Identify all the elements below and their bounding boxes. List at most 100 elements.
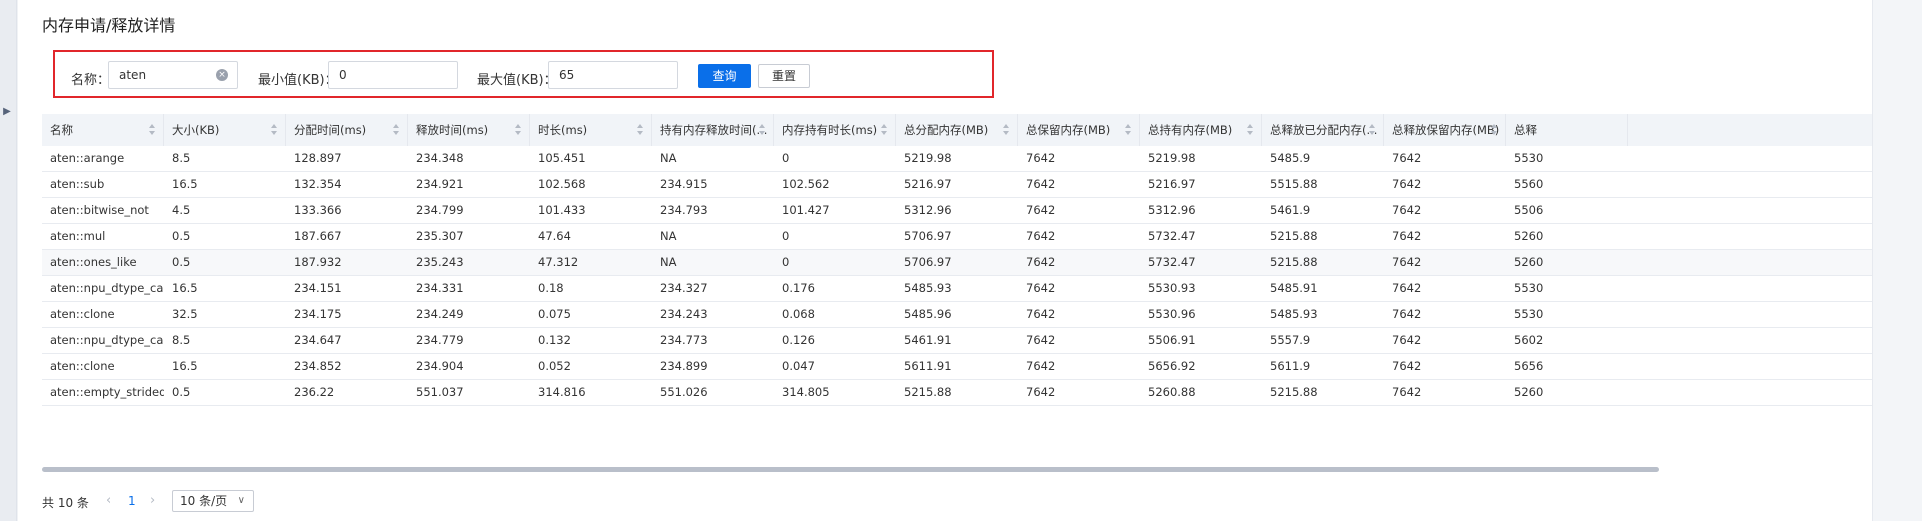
column-header-label: 总释 xyxy=(1514,123,1537,137)
max-value-input[interactable]: 65 xyxy=(548,61,678,89)
table-cell: 7642 xyxy=(1392,307,1422,321)
table-cell: 5515.88 xyxy=(1270,177,1318,191)
column-header[interactable]: 大小(KB) xyxy=(164,114,286,146)
table-cell: 5461.91 xyxy=(904,333,952,347)
table-cell: 234.779 xyxy=(416,333,464,347)
page-title: 内存申请/释放详情 xyxy=(42,16,176,35)
sort-icon[interactable] xyxy=(149,124,155,136)
column-header[interactable]: 总分配内存(MB) xyxy=(896,114,1018,146)
table-row[interactable]: aten::arange 8.5 128.897 234.348 105.451 NA 0 5… xyxy=(42,146,1873,172)
sort-icon[interactable] xyxy=(1125,124,1131,136)
sort-icon[interactable] xyxy=(271,124,277,136)
column-header-label: 时长(ms) xyxy=(538,123,588,137)
table-cell: 16.5 xyxy=(172,281,198,295)
page-size-select[interactable]: 10 条/页 ∨ xyxy=(172,490,254,512)
table-row[interactable]: aten::npu_dtype_cast 16.5 234.151 234.331 0.… xyxy=(42,276,1873,302)
table-cell: 0.5 xyxy=(172,229,191,243)
sort-icon[interactable] xyxy=(1003,124,1009,136)
clear-icon[interactable]: × xyxy=(216,69,228,81)
query-button[interactable]: 查询 xyxy=(698,64,751,88)
table-cell: 234.852 xyxy=(294,359,342,373)
memory-detail-table: 名称 大小(KB) 分配时间(ms) 释放时间(ms) 时长(ms) 持有内存释放时间(.… xyxy=(42,114,1873,470)
name-input[interactable]: aten × xyxy=(108,61,238,89)
prev-page-icon[interactable]: ‹ xyxy=(106,493,111,508)
table-cell: 7642 xyxy=(1026,255,1056,269)
table-cell: 0 xyxy=(782,229,790,243)
table-cell: 234.921 xyxy=(416,177,464,191)
sort-icon[interactable] xyxy=(515,124,521,136)
sort-icon[interactable] xyxy=(1369,124,1375,136)
max-value-label: 最大值(KB)： xyxy=(477,73,557,88)
table-cell: 7642 xyxy=(1026,359,1056,373)
table-cell: 234.799 xyxy=(416,203,464,217)
sort-icon[interactable] xyxy=(393,124,399,136)
table-header: 名称 大小(KB) 分配时间(ms) 释放时间(ms) 时长(ms) 持有内存释放时间(.… xyxy=(42,114,1873,146)
sort-icon[interactable] xyxy=(1491,124,1497,136)
table-cell: 187.932 xyxy=(294,255,342,269)
table-cell: 5530.93 xyxy=(1148,281,1196,295)
expand-panel-icon[interactable]: ▶ xyxy=(2,98,12,124)
table-row[interactable]: aten::npu_dtype_cast 8.5 234.647 234.779 0.1… xyxy=(42,328,1873,354)
table-row[interactable]: aten::bitwise_not 4.5 133.366 234.799 101.43… xyxy=(42,198,1873,224)
min-value-input[interactable]: 0 xyxy=(328,61,458,89)
name-label: 名称： xyxy=(71,73,111,88)
column-header[interactable]: 总持有内存(MB) xyxy=(1140,114,1262,146)
table-cell: 551.026 xyxy=(660,385,708,399)
column-header[interactable]: 分配时间(ms) xyxy=(286,114,408,146)
sort-icon[interactable] xyxy=(881,124,887,136)
column-header-label: 持有内存释放时间(... xyxy=(660,123,768,137)
table-cell: 5260 xyxy=(1514,229,1544,243)
table-cell: 7642 xyxy=(1026,333,1056,347)
column-header[interactable]: 总释放保留内存(MB) xyxy=(1384,114,1506,146)
table-cell: 7642 xyxy=(1392,281,1422,295)
table-cell: 4.5 xyxy=(172,203,191,217)
table-cell: 16.5 xyxy=(172,359,198,373)
table-cell: 7642 xyxy=(1392,385,1422,399)
table-cell: 7642 xyxy=(1392,203,1422,217)
reset-button[interactable]: 重置 xyxy=(758,64,810,88)
table-cell: 5557.9 xyxy=(1270,333,1311,347)
column-header[interactable]: 内存持有时长(ms) xyxy=(774,114,896,146)
table-cell: 5219.98 xyxy=(1148,151,1196,165)
column-header[interactable]: 名称 xyxy=(42,114,164,146)
next-page-icon[interactable]: › xyxy=(150,493,155,508)
table-cell: 5706.97 xyxy=(904,229,952,243)
column-header[interactable]: 总释 xyxy=(1506,114,1628,146)
table-cell: 132.354 xyxy=(294,177,342,191)
table-cell: 5215.88 xyxy=(904,385,952,399)
table-row[interactable]: aten::ones_like 0.5 187.932 235.243 47.312 NA… xyxy=(42,250,1873,276)
table-cell: 234.647 xyxy=(294,333,342,347)
column-header[interactable]: 持有内存释放时间(... xyxy=(652,114,774,146)
table-cell: 133.366 xyxy=(294,203,342,217)
column-header[interactable]: 总释放已分配内存(... xyxy=(1262,114,1384,146)
table-cell: 7642 xyxy=(1026,281,1056,295)
table-row[interactable]: aten::sub 16.5 132.354 234.921 102.568 234.91… xyxy=(42,172,1873,198)
column-header[interactable]: 总保留内存(MB) xyxy=(1018,114,1140,146)
table-row[interactable]: aten::clone 16.5 234.852 234.904 0.052 234.89… xyxy=(42,354,1873,380)
table-cell: 128.897 xyxy=(294,151,342,165)
table-cell: 5530.96 xyxy=(1148,307,1196,321)
sort-icon[interactable] xyxy=(1247,124,1253,136)
table-cell: 234.348 xyxy=(416,151,464,165)
sort-icon[interactable] xyxy=(759,124,765,136)
table-cell: 0.126 xyxy=(782,333,815,347)
current-page[interactable]: 1 xyxy=(128,494,136,508)
table-cell: 7642 xyxy=(1392,177,1422,191)
table-cell: 236.22 xyxy=(294,385,335,399)
table-row[interactable]: aten::clone 32.5 234.175 234.249 0.075 234.24… xyxy=(42,302,1873,328)
column-header[interactable]: 时长(ms) xyxy=(530,114,652,146)
table-row[interactable]: aten::mul 0.5 187.667 235.307 47.64 NA 0 5706.9… xyxy=(42,224,1873,250)
table-cell: 5485.96 xyxy=(904,307,952,321)
table-cell: 5260 xyxy=(1514,255,1544,269)
table-cell: 234.151 xyxy=(294,281,342,295)
column-header-label: 内存持有时长(ms) xyxy=(782,123,878,137)
table-cell: 5611.91 xyxy=(904,359,952,373)
table-cell: 5485.93 xyxy=(904,281,952,295)
horizontal-scrollbar[interactable] xyxy=(42,467,1659,472)
sort-icon[interactable] xyxy=(637,124,643,136)
table-cell: aten::npu_dtype_cast xyxy=(50,281,164,295)
column-header[interactable]: 释放时间(ms) xyxy=(408,114,530,146)
table-cell: 5485.91 xyxy=(1270,281,1318,295)
table-row[interactable]: aten::empty_strided 0.5 236.22 551.037 314.8… xyxy=(42,380,1873,406)
table-cell: 5485.9 xyxy=(1270,151,1311,165)
